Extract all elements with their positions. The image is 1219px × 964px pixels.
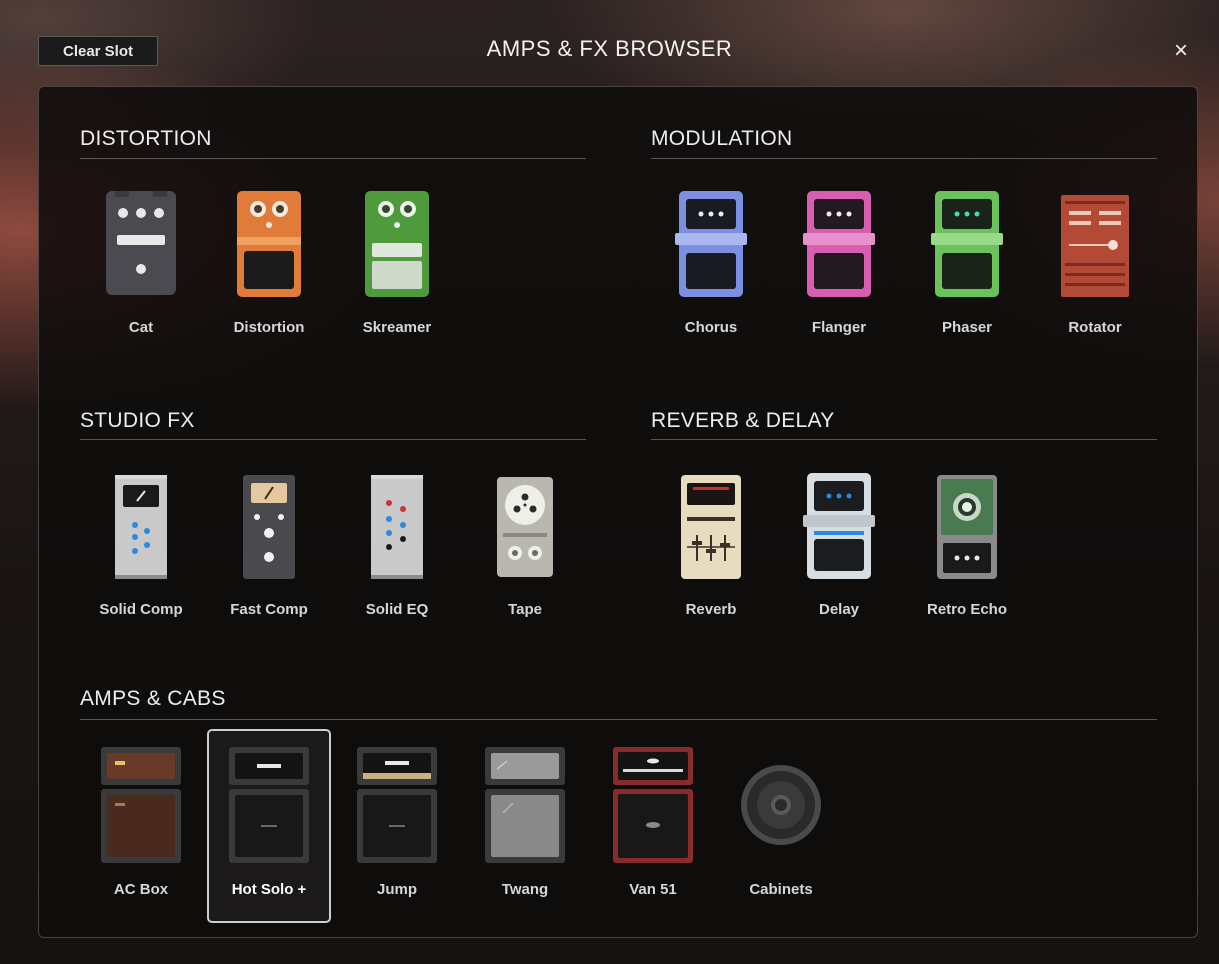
section-divider <box>651 439 1157 440</box>
amp-label: Hot Solo + <box>231 881 307 898</box>
amp-label: AC Box <box>113 881 169 898</box>
effect-label: Tape <box>508 601 542 618</box>
effect-item-tape[interactable]: Tape <box>461 473 589 623</box>
amp-label: Twang <box>501 881 549 898</box>
rotator-icon <box>1061 195 1129 297</box>
effect-item-retro-echo[interactable]: Retro Echo <box>903 473 1031 623</box>
effect-label: Cat <box>128 319 154 336</box>
effect-label: Reverb <box>685 601 737 618</box>
section-title-distortion: DISTORTION <box>80 127 212 150</box>
amp-item-twang[interactable]: Twang <box>461 741 589 917</box>
van-51-amp-icon <box>613 747 693 863</box>
section-title-reverb-delay: REVERB & DELAY <box>651 409 835 432</box>
delay-pedal-icon <box>803 473 875 579</box>
section-title-modulation: MODULATION <box>651 127 793 150</box>
amp-label: Van 51 <box>629 881 677 898</box>
title-bar: Clear Slot AMPS & FX BROWSER × <box>0 0 1219 86</box>
distortion-pedal-icon <box>237 191 301 297</box>
effect-item-cat[interactable]: Cat <box>77 191 205 341</box>
section-title-amps-cabs: AMPS & CABS <box>80 687 226 710</box>
amp-item-van-51[interactable]: Van 51 <box>589 741 717 917</box>
effect-item-delay[interactable]: Delay <box>775 473 903 623</box>
effect-label: Delay <box>818 601 860 618</box>
amp-item-cabinets[interactable]: Cabinets <box>717 741 845 917</box>
effect-item-flanger[interactable]: Flanger <box>775 191 903 341</box>
effect-item-rotator[interactable]: Rotator <box>1031 191 1159 341</box>
effect-label: Rotator <box>1068 319 1122 336</box>
phaser-pedal-icon <box>931 191 1003 297</box>
reverb-icon <box>681 475 741 579</box>
amp-item-jump[interactable]: Jump <box>333 741 461 917</box>
effect-label: Skreamer <box>362 319 432 336</box>
effect-label: Phaser <box>941 319 993 336</box>
amp-label: Cabinets <box>749 881 813 898</box>
effect-item-distortion[interactable]: Distortion <box>205 191 333 341</box>
effect-label: Retro Echo <box>926 601 1007 618</box>
close-icon[interactable]: × <box>1166 36 1196 66</box>
skreamer-pedal-icon <box>365 191 429 297</box>
tape-icon <box>497 477 553 577</box>
section-divider <box>80 158 586 159</box>
effect-label: Solid EQ <box>365 601 429 618</box>
effect-label: Chorus <box>684 319 738 336</box>
browser-panel: DISTORTION Cat Distortion Skreamer MODUL… <box>38 86 1198 938</box>
chorus-pedal-icon <box>675 191 747 297</box>
effect-label: Fast Comp <box>230 601 308 618</box>
section-divider <box>80 719 1157 720</box>
section-title-studio-fx: STUDIO FX <box>80 409 195 432</box>
retro-echo-icon <box>937 475 997 579</box>
ac-box-amp-icon <box>101 747 181 863</box>
effect-item-solid-comp[interactable]: Solid Comp <box>77 473 205 623</box>
cat-pedal-icon <box>106 191 176 295</box>
fast-comp-icon <box>243 475 295 579</box>
amp-item-ac-box[interactable]: AC Box <box>77 741 205 917</box>
window-title: AMPS & FX BROWSER <box>486 36 733 61</box>
effect-item-phaser[interactable]: Phaser <box>903 191 1031 341</box>
effect-item-fast-comp[interactable]: Fast Comp <box>205 473 333 623</box>
section-divider <box>80 439 586 440</box>
twang-amp-icon <box>485 747 565 863</box>
amp-item-hot-solo[interactable]: Hot Solo + <box>207 729 331 923</box>
jump-amp-icon <box>357 747 437 863</box>
flanger-pedal-icon <box>803 191 875 297</box>
cabinets-speaker-icon <box>741 765 821 845</box>
effect-label: Solid Comp <box>99 601 183 618</box>
effect-label: Distortion <box>233 319 305 336</box>
hot-solo-amp-icon <box>229 747 309 863</box>
section-divider <box>651 158 1157 159</box>
effect-item-reverb[interactable]: Reverb <box>647 473 775 623</box>
effect-label: Flanger <box>811 319 867 336</box>
amp-label: Jump <box>376 881 417 898</box>
solid-comp-icon <box>115 475 167 579</box>
solid-eq-icon <box>371 475 423 579</box>
effect-item-solid-eq[interactable]: Solid EQ <box>333 473 461 623</box>
effect-item-skreamer[interactable]: Skreamer <box>333 191 461 341</box>
effect-item-chorus[interactable]: Chorus <box>647 191 775 341</box>
